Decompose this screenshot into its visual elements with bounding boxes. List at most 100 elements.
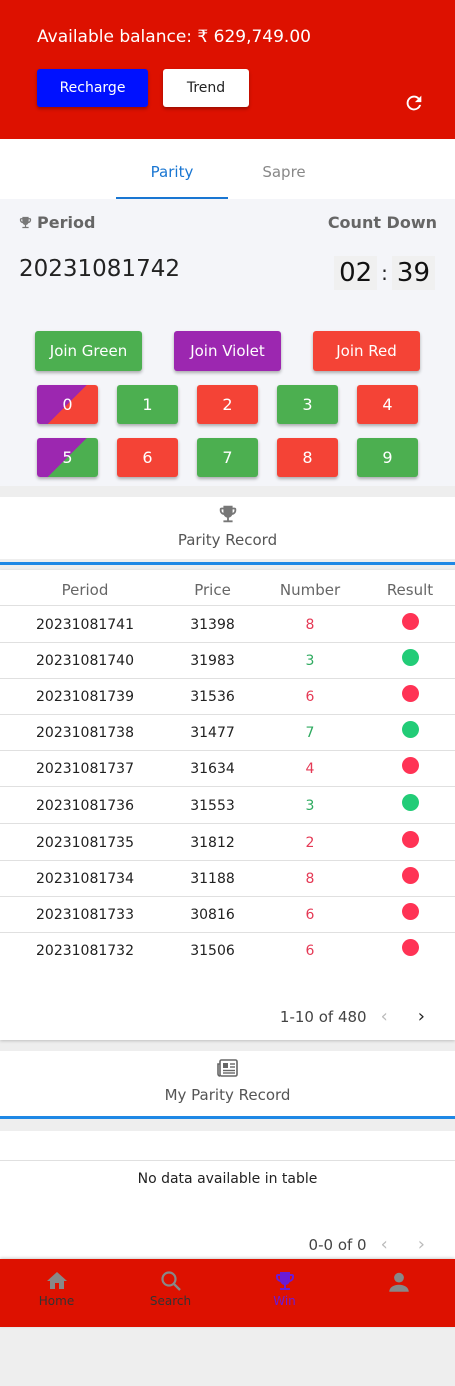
row-number: 6 [305, 689, 315, 705]
my-parity-record-table: No data available in table 0-0 of 0 ‹ › [0, 1131, 455, 1261]
number-button-1[interactable]: 1 [117, 385, 178, 424]
row-period: 20231081741 [36, 617, 134, 633]
number-button-7[interactable]: 7 [197, 438, 258, 477]
nav-profile[interactable] [342, 1259, 455, 1327]
number-button-9[interactable]: 9 [357, 438, 418, 477]
result-dot-red [402, 939, 419, 956]
number-button-3[interactable]: 3 [277, 385, 338, 424]
nav-home-label: Home [38, 1294, 75, 1308]
row-number: 2 [305, 835, 315, 851]
number-button-5[interactable]: 5 [37, 438, 98, 477]
row-period: 20231081736 [36, 798, 134, 814]
table-row: 20231081733 30816 6 [0, 897, 455, 933]
parity-record-table: Period Price Number Result 20231081741 3… [0, 570, 455, 1040]
my-parity-record-title: My Parity Record [164, 1086, 291, 1104]
join-red-button[interactable]: Join Red [313, 331, 420, 371]
trophy-icon [275, 1272, 294, 1290]
row-number: 3 [305, 653, 315, 669]
tab-parity[interactable]: Parity [116, 139, 228, 199]
row-price: 31812 [190, 835, 235, 851]
available-balance: Available balance: ₹ 629,749.00 [37, 27, 311, 47]
row-number: 8 [305, 617, 315, 633]
current-period: 20231081742 [19, 256, 180, 282]
row-period: 20231081739 [36, 689, 134, 705]
nav-win-label: Win [273, 1294, 296, 1308]
parity-record-header: Parity Record [0, 497, 455, 559]
chevron-left-icon[interactable]: ‹ [381, 1006, 388, 1027]
row-number: 6 [305, 907, 315, 923]
countdown-label: Count Down [327, 213, 437, 232]
join-green-button[interactable]: Join Green [35, 331, 142, 371]
table-row: 20231081739 31536 6 [0, 679, 455, 715]
bottom-navigation: Home Search Win [0, 1259, 455, 1327]
table-row: 20231081741 31398 8 [0, 607, 455, 643]
period-label: Period [37, 213, 96, 232]
column-period: Period [61, 581, 109, 599]
chevron-right-icon[interactable]: › [418, 1006, 425, 1027]
row-period: 20231081737 [36, 761, 134, 777]
row-period: 20231081735 [36, 835, 134, 851]
my-parity-record-header: My Parity Record [0, 1051, 455, 1117]
table-row: 20231081732 31506 6 [0, 933, 455, 969]
join-violet-button[interactable]: Join Violet [174, 331, 281, 371]
result-dot-red [402, 867, 419, 884]
result-dot-green [402, 794, 419, 811]
result-dot-red [402, 613, 419, 630]
number-button-8[interactable]: 8 [277, 438, 338, 477]
row-number: 3 [305, 798, 315, 814]
home-icon [46, 1272, 67, 1289]
nav-search[interactable]: Search [114, 1259, 227, 1327]
section-divider [0, 1116, 455, 1119]
row-number: 8 [305, 871, 315, 887]
section-divider [0, 562, 455, 565]
nav-search-label: Search [149, 1294, 192, 1308]
number-button-6[interactable]: 6 [117, 438, 178, 477]
row-price: 31983 [190, 653, 235, 669]
number-button-2[interactable]: 2 [197, 385, 258, 424]
timer-seconds: 39 [391, 256, 435, 290]
chevron-left-icon[interactable]: ‹ [381, 1234, 388, 1255]
chevron-right-icon[interactable]: › [418, 1234, 425, 1255]
row-number: 7 [305, 725, 315, 741]
refresh-icon[interactable] [403, 92, 425, 114]
recharge-button[interactable]: Recharge [37, 69, 148, 107]
number-button-0[interactable]: 0 [37, 385, 98, 424]
table-row: 20231081734 31188 8 [0, 861, 455, 897]
pagination-range: 1-10 of 480 [279, 1007, 367, 1026]
number-button-4[interactable]: 4 [357, 385, 418, 424]
row-number: 6 [305, 943, 315, 959]
tab-sapre[interactable]: Sapre [228, 139, 340, 199]
row-period: 20231081740 [36, 653, 134, 669]
row-price: 31398 [190, 617, 235, 633]
result-dot-red [402, 685, 419, 702]
row-period: 20231081734 [36, 871, 134, 887]
balance-header: Available balance: ₹ 629,749.00 Recharge… [0, 0, 455, 139]
table-row: 20231081740 31983 3 [0, 643, 455, 679]
timer-separator: : [381, 261, 388, 285]
result-dot-green [402, 649, 419, 666]
row-period: 20231081733 [36, 907, 134, 923]
nav-home[interactable]: Home [0, 1259, 113, 1327]
row-price: 31553 [190, 798, 235, 814]
result-dot-green [402, 721, 419, 738]
nav-win[interactable]: Win [228, 1259, 341, 1327]
row-price: 31477 [190, 725, 235, 741]
row-number: 4 [305, 761, 315, 777]
result-dot-red [402, 757, 419, 774]
game-tabs: Parity Sapre [0, 139, 455, 199]
parity-pagination: 1-10 of 480 ‹ › [280, 1006, 425, 1027]
row-price: 31634 [190, 761, 235, 777]
table-row: 20231081738 31477 7 [0, 715, 455, 751]
game-panel: Period Count Down 20231081742 0 2 : 39 Jo… [0, 199, 455, 486]
row-period: 20231081732 [36, 943, 134, 959]
trend-button[interactable]: Trend [163, 69, 249, 107]
parity-record-title: Parity Record [177, 531, 278, 549]
row-period: 20231081738 [36, 725, 134, 741]
trophy-icon [219, 505, 236, 523]
trophy-icon [19, 216, 32, 229]
row-price: 30816 [190, 907, 235, 923]
empty-table-message: No data available in table [137, 1171, 318, 1187]
search-icon [160, 1271, 181, 1291]
table-row: 20231081736 31553 3 [0, 788, 455, 824]
row-price: 31536 [190, 689, 235, 705]
